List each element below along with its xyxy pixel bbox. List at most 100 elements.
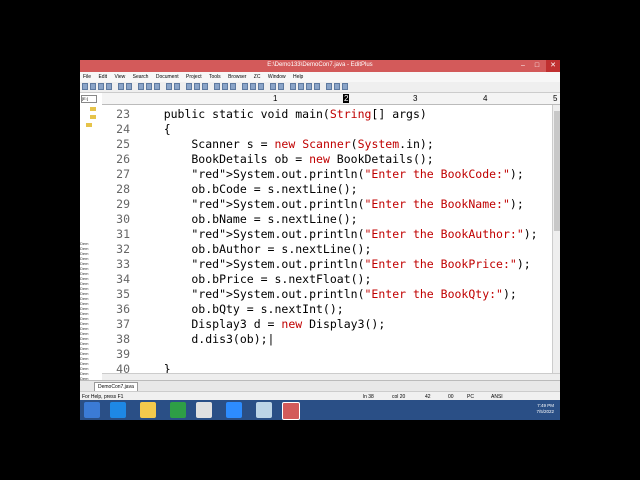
code-line[interactable]: 26 BookDetails ob = new BookDetails(); xyxy=(102,152,552,167)
code-line[interactable]: 35 "red">System.out.println("Enter the B… xyxy=(102,287,552,302)
toggle-icon[interactable] xyxy=(314,83,320,90)
menu-project[interactable]: Project xyxy=(183,72,205,80)
browser-icon[interactable] xyxy=(326,83,332,90)
menu-zc[interactable]: ZC xyxy=(251,72,264,80)
code-text[interactable]: ob.bPrice = s.nextFloat(); xyxy=(136,272,371,287)
replace-icon[interactable] xyxy=(194,83,200,90)
undo-icon[interactable] xyxy=(166,83,172,90)
code-text[interactable]: Display3 d = new Display3(); xyxy=(136,317,385,332)
line-number: 37 xyxy=(116,317,130,331)
menu-file[interactable]: File xyxy=(80,72,94,80)
maximize-button[interactable]: □ xyxy=(530,60,544,72)
chrome-icon[interactable] xyxy=(196,402,212,418)
code-text[interactable]: d.dis3(ob);| xyxy=(136,332,274,347)
print-preview-icon[interactable] xyxy=(126,83,132,90)
goto-icon[interactable] xyxy=(202,83,208,90)
code-text[interactable]: public static void main(String[] args) xyxy=(136,107,427,122)
clip-icon[interactable] xyxy=(290,83,296,90)
redo-icon[interactable] xyxy=(174,83,180,90)
code-text[interactable]: } xyxy=(136,362,171,373)
folder-icon[interactable] xyxy=(86,123,92,127)
code-line[interactable]: 27 "red">System.out.println("Enter the B… xyxy=(102,167,552,182)
code-editor[interactable]: 23 public static void main(String[] args… xyxy=(102,105,552,373)
copy-icon[interactable] xyxy=(146,83,152,90)
code-line[interactable]: 33 "red">System.out.println("Enter the B… xyxy=(102,257,552,272)
line-number: 23 xyxy=(116,107,130,121)
code-text[interactable]: "red">System.out.println("Enter the Book… xyxy=(136,227,537,242)
paste-icon[interactable] xyxy=(154,83,160,90)
toolbar xyxy=(80,82,560,93)
ruler-number-current: 2 xyxy=(343,94,350,103)
excel-icon[interactable] xyxy=(170,402,186,418)
code-text[interactable]: BookDetails ob = new BookDetails(); xyxy=(136,152,433,167)
code-line[interactable]: 31 "red">System.out.println("Enter the B… xyxy=(102,227,552,242)
menu-tools[interactable]: Tools xyxy=(206,72,224,80)
ie-icon[interactable] xyxy=(110,402,126,418)
check-icon[interactable] xyxy=(278,83,284,90)
code-line[interactable]: 40 } xyxy=(102,362,552,373)
app-icon[interactable] xyxy=(256,402,272,418)
menu-window[interactable]: Window xyxy=(265,72,289,80)
vertical-scroll-thumb[interactable] xyxy=(554,111,560,231)
code-text[interactable]: ob.bName = s.nextLine(); xyxy=(136,212,357,227)
zoom-icon[interactable] xyxy=(226,402,242,418)
spell-check-icon[interactable] xyxy=(270,83,276,90)
system-clock[interactable]: 7:49 PM 7/5/2022 xyxy=(536,403,554,415)
ruler-icon[interactable] xyxy=(222,83,228,90)
explorer-icon[interactable] xyxy=(140,402,156,418)
find-icon[interactable] xyxy=(186,83,192,90)
drive-selector[interactable]: [E:] xyxy=(81,95,97,103)
code-line[interactable]: 24 { xyxy=(102,122,552,137)
code-text[interactable]: { xyxy=(136,122,171,137)
code-line[interactable]: 32 ob.bAuthor = s.nextLine(); xyxy=(102,242,552,257)
code-text[interactable]: "red">System.out.println("Enter the Book… xyxy=(136,257,530,272)
code-text[interactable]: Scanner s = new Scanner(System.in); xyxy=(136,137,433,152)
code-line[interactable]: 39 xyxy=(102,347,552,362)
menu-browser[interactable]: Browser xyxy=(225,72,249,80)
code-text[interactable]: ob.bQty = s.nextInt(); xyxy=(136,302,343,317)
save-icon[interactable] xyxy=(98,83,104,90)
new-file-icon[interactable] xyxy=(82,83,88,90)
line-number: 39 xyxy=(116,347,130,361)
code-line[interactable]: 29 "red">System.out.println("Enter the B… xyxy=(102,197,552,212)
code-text[interactable]: "red">System.out.println("Enter the Book… xyxy=(136,167,523,182)
menu-search[interactable]: Search xyxy=(130,72,152,80)
directory-icon[interactable] xyxy=(298,83,304,90)
cut-icon[interactable] xyxy=(138,83,144,90)
code-line[interactable]: 25 Scanner s = new Scanner(System.in); xyxy=(102,137,552,152)
user-tool2-icon[interactable] xyxy=(250,83,256,90)
menu-edit[interactable]: Edit xyxy=(95,72,110,80)
code-text[interactable]: "red">System.out.println("Enter the Book… xyxy=(136,197,523,212)
code-text[interactable]: ob.bAuthor = s.nextLine(); xyxy=(136,242,371,257)
start-icon[interactable] xyxy=(84,402,100,418)
vertical-scrollbar[interactable] xyxy=(552,105,560,373)
code-line[interactable]: 37 Display3 d = new Display3(); xyxy=(102,317,552,332)
cliptext-icon[interactable] xyxy=(306,83,312,90)
ftp-icon[interactable] xyxy=(334,83,340,90)
menu-document[interactable]: Document xyxy=(153,72,182,80)
code-line[interactable]: 36 ob.bQty = s.nextInt(); xyxy=(102,302,552,317)
code-line[interactable]: 30 ob.bName = s.nextLine(); xyxy=(102,212,552,227)
ruler-number: 4 xyxy=(483,94,488,103)
code-text[interactable]: "red">System.out.println("Enter the Book… xyxy=(136,287,516,302)
code-line[interactable]: 34 ob.bPrice = s.nextFloat(); xyxy=(102,272,552,287)
user-tool3-icon[interactable] xyxy=(258,83,264,90)
menu-help[interactable]: Help xyxy=(290,72,306,80)
line-number-icon[interactable] xyxy=(230,83,236,90)
close-button[interactable]: ✕ xyxy=(546,60,560,72)
open-file-icon[interactable] xyxy=(90,83,96,90)
editplus-taskbar-icon[interactable] xyxy=(282,402,300,420)
save-all-icon[interactable] xyxy=(106,83,112,90)
menu-view[interactable]: View xyxy=(111,72,128,80)
code-line[interactable]: 28 ob.bCode = s.nextLine(); xyxy=(102,182,552,197)
minimize-button[interactable]: – xyxy=(516,60,530,72)
print-icon[interactable] xyxy=(118,83,124,90)
code-text[interactable]: ob.bCode = s.nextLine(); xyxy=(136,182,357,197)
user-tool1-icon[interactable] xyxy=(242,83,248,90)
folder-icon[interactable] xyxy=(90,115,96,119)
word-wrap-icon[interactable] xyxy=(214,83,220,90)
folder-icon[interactable] xyxy=(90,107,96,111)
code-line[interactable]: 23 public static void main(String[] args… xyxy=(102,107,552,122)
code-line[interactable]: 38 d.dis3(ob);| xyxy=(102,332,552,347)
help-icon[interactable] xyxy=(342,83,348,90)
